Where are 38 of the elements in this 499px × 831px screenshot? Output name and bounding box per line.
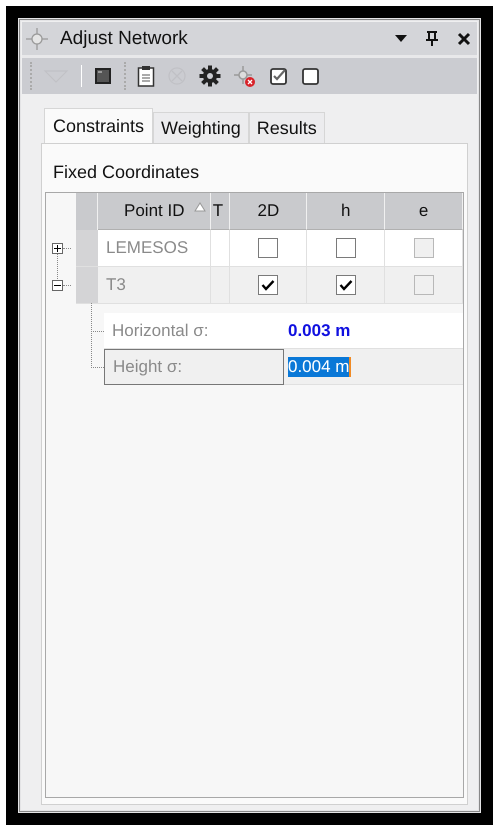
checkmark-icon <box>338 279 353 291</box>
column-header[interactable]: h <box>307 193 386 230</box>
column-header[interactable]: 2D <box>230 193 308 230</box>
property-label: Height σ: <box>104 349 284 385</box>
value-field[interactable]: 0.004 m <box>288 356 352 376</box>
expand-toggle[interactable] <box>52 243 63 254</box>
property-label: Horizontal σ: <box>104 313 284 349</box>
section-title: Fixed Coordinates <box>52 161 200 184</box>
tree-line <box>57 254 58 279</box>
collapse-toggle[interactable] <box>52 280 63 291</box>
checkbox-checked-icon[interactable] <box>269 66 289 86</box>
checkbox[interactable] <box>258 238 278 258</box>
checkbox[interactable] <box>336 275 356 295</box>
tab[interactable]: Constraints <box>44 108 154 143</box>
checkmark-icon <box>261 279 276 291</box>
dropdown-icon[interactable] <box>395 34 407 42</box>
clipboard-icon[interactable] <box>137 65 155 87</box>
pin-icon[interactable] <box>425 30 439 46</box>
column-header[interactable]: Point ID <box>98 193 211 230</box>
window-title: Adjust Network <box>60 28 189 50</box>
checkbox[interactable] <box>258 275 278 295</box>
tab[interactable]: Weighting <box>153 112 249 143</box>
point-remove-icon[interactable] <box>233 64 257 88</box>
property-row[interactable]: Horizontal σ: 0.003 m <box>104 313 463 349</box>
checkbox[interactable] <box>336 238 356 258</box>
table-cell: T3 <box>98 267 211 304</box>
column-header[interactable]: e <box>385 193 463 230</box>
table-cell: LEMESOS <box>98 230 211 267</box>
column-header[interactable]: T <box>210 193 230 230</box>
console-icon[interactable] <box>94 67 112 85</box>
tab[interactable]: Results <box>248 112 325 143</box>
value-field[interactable]: 0.003 m <box>288 320 350 340</box>
plus-icon <box>53 244 62 253</box>
property-row[interactable]: Height σ: 0.004 m <box>104 349 463 385</box>
settings-icon[interactable] <box>199 65 221 87</box>
checkbox-empty-icon[interactable] <box>301 66 321 86</box>
close-icon[interactable] <box>457 32 471 46</box>
sort-arrow-icon <box>194 202 206 212</box>
